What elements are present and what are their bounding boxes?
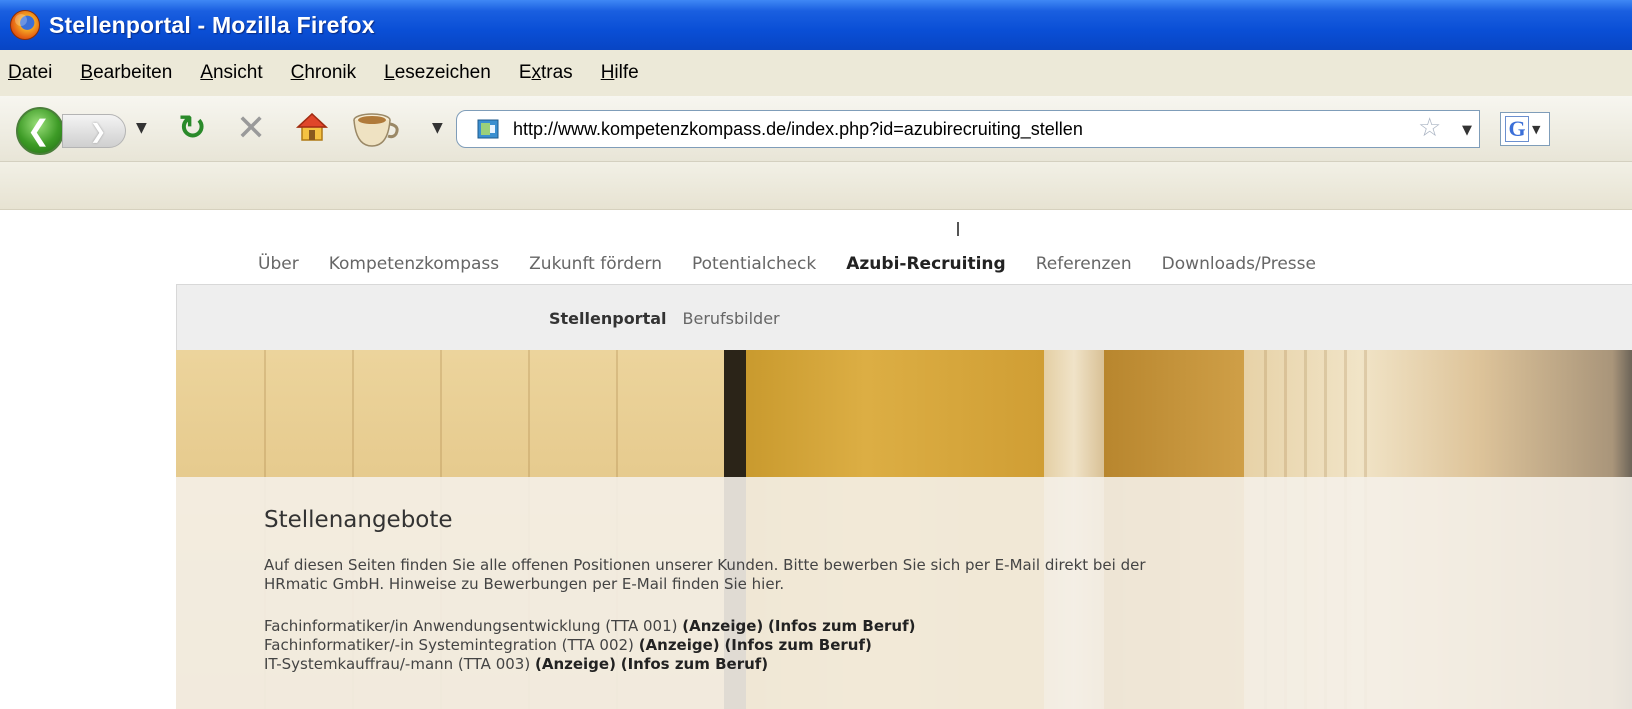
page-title: Stellenangebote — [264, 507, 453, 533]
nav-item-kompetenzkompass[interactable]: Kompetenzkompass — [329, 254, 499, 274]
job-ad-link[interactable]: (Anzeige) — [639, 636, 720, 654]
nav-item-zukunft-foerdern[interactable]: Zukunft fördern — [529, 254, 662, 274]
window-title-bar: Stellenportal - Mozilla Firefox — [0, 0, 1632, 50]
url-bar[interactable]: http://www.kompetenzkompass.de/index.php… — [456, 110, 1480, 148]
job-row: Fachinformatiker/in Anwendungsentwicklun… — [264, 617, 915, 636]
cup-dropdown-icon[interactable]: ▼ — [432, 120, 443, 136]
back-button[interactable]: ❮ — [16, 107, 64, 155]
menu-extras[interactable]: Extras — [519, 62, 573, 84]
main-navigation: Über Kompetenzkompass Zukunft fördern Po… — [258, 254, 1346, 274]
nav-item-potentialcheck[interactable]: Potentialcheck — [692, 254, 816, 274]
site-favicon-icon — [477, 119, 499, 139]
sub-navigation-bar: Stellenportal Berufsbilder — [176, 284, 1632, 350]
content-panel: Stellenangebote Auf diesen Seiten finden… — [176, 477, 1632, 709]
menu-chronik[interactable]: Chronik — [291, 62, 356, 84]
menu-bar: Datei Bearbeiten Ansicht Chronik Lesezei… — [0, 50, 1632, 96]
home-icon[interactable] — [296, 111, 328, 143]
url-text: http://www.kompetenzkompass.de/index.php… — [513, 118, 1083, 139]
job-row: Fachinformatiker/-in Systemintegration (… — [264, 636, 915, 655]
history-dropdown-icon[interactable]: ▼ — [136, 120, 147, 136]
bookmark-star-icon[interactable]: ☆ — [1418, 115, 1441, 141]
firefox-logo-icon — [10, 10, 40, 40]
job-title: IT-Systemkauffrau/-mann (TTA 003) — [264, 655, 531, 673]
web-page: Über Kompetenzkompass Zukunft fördern Po… — [0, 210, 1632, 709]
nav-item-azubi-recruiting[interactable]: Azubi-Recruiting — [846, 254, 1005, 274]
navigation-toolbar: ❮ ❯ ▼ ↻ ✕ ▼ http://www.kompetenzkompass.… — [0, 96, 1632, 162]
stop-icon[interactable]: ✕ — [236, 108, 266, 149]
search-engine-selector[interactable]: G ▼ — [1500, 112, 1550, 146]
google-icon: G — [1505, 116, 1529, 142]
search-engine-dropdown-icon: ▼ — [1532, 122, 1541, 136]
window-title: Stellenportal - Mozilla Firefox — [49, 11, 375, 38]
coffee-cup-icon[interactable] — [350, 108, 400, 150]
job-info-link[interactable]: (Infos zum Beruf) — [724, 636, 871, 654]
job-ad-link[interactable]: (Anzeige) — [682, 617, 763, 635]
menu-datei[interactable]: Datei — [8, 62, 52, 84]
nav-item-downloads-presse[interactable]: Downloads/Presse — [1162, 254, 1316, 274]
menu-bearbeiten[interactable]: Bearbeiten — [80, 62, 172, 84]
nav-item-ueber[interactable]: Über — [258, 254, 299, 274]
sub-navigation: Stellenportal Berufsbilder — [549, 309, 796, 328]
job-ad-link[interactable]: (Anzeige) — [535, 655, 616, 673]
job-list: Fachinformatiker/in Anwendungsentwicklun… — [264, 617, 915, 674]
bookmarks-toolbar — [0, 162, 1632, 210]
job-title: Fachinformatiker/in Anwendungsentwicklun… — [264, 617, 678, 635]
job-info-link[interactable]: (Infos zum Beruf) — [768, 617, 915, 635]
subnav-item-stellenportal[interactable]: Stellenportal — [549, 309, 667, 328]
job-row: IT-Systemkauffrau/-mann (TTA 003) (Anzei… — [264, 655, 915, 674]
subnav-item-berufsbilder[interactable]: Berufsbilder — [683, 309, 780, 328]
url-dropdown-icon[interactable]: ▼ — [1462, 123, 1472, 138]
forward-button[interactable]: ❯ — [62, 114, 126, 148]
reload-icon[interactable]: ↻ — [178, 108, 207, 148]
job-title: Fachinformatiker/-in Systemintegration (… — [264, 636, 634, 654]
forward-arrow-icon: ❯ — [89, 119, 107, 143]
back-arrow-icon: ❮ — [26, 114, 51, 147]
nav-divider — [957, 222, 959, 236]
menu-ansicht[interactable]: Ansicht — [200, 62, 262, 84]
menu-hilfe[interactable]: Hilfe — [601, 62, 639, 84]
menu-lesezeichen[interactable]: Lesezeichen — [384, 62, 491, 84]
nav-item-referenzen[interactable]: Referenzen — [1036, 254, 1132, 274]
job-info-link[interactable]: (Infos zum Beruf) — [621, 655, 768, 673]
intro-text: Auf diesen Seiten finden Sie alle offene… — [264, 556, 1146, 593]
